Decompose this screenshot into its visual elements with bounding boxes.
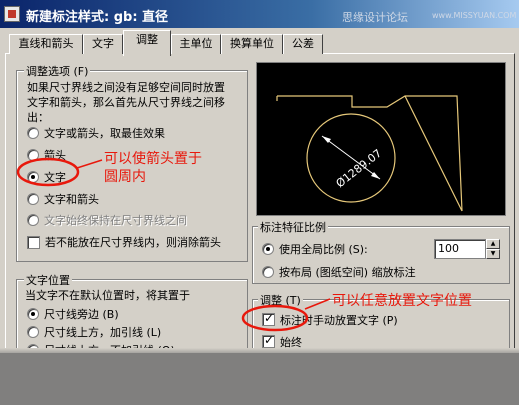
radio-use-overall-scale[interactable] bbox=[262, 243, 274, 255]
radio-label: 文字 bbox=[44, 171, 66, 184]
tab-label: 文字 bbox=[92, 37, 114, 50]
radio-arrows[interactable] bbox=[27, 149, 39, 161]
tab-label: 换算单位 bbox=[230, 37, 274, 50]
fit-options-description: 如果尺寸界线之间没有足够空间同时放置 文字和箭头，那么首先从尺寸界线之间移 出： bbox=[27, 81, 225, 124]
text-placement-legend: 文字位置 bbox=[24, 272, 72, 288]
annotation-text: 可以使箭头置于 bbox=[104, 151, 202, 167]
scale-legend: 标注特征比例 bbox=[258, 219, 328, 235]
preview-dim-text: Ø1289.07 bbox=[334, 147, 385, 191]
tab-label: 主单位 bbox=[179, 37, 213, 50]
radio-label: 尺寸线旁边 (B) bbox=[44, 308, 119, 321]
radio-label: 尺寸线上方，加引线 (L) bbox=[44, 326, 162, 339]
radio-label: 文字或箭头，取最佳效果 bbox=[44, 127, 165, 140]
always-draw-checkbox[interactable] bbox=[262, 333, 275, 348]
radio-text[interactable] bbox=[27, 171, 39, 183]
suppress-arrows-checkbox[interactable] bbox=[27, 236, 40, 249]
radio-text-and-arrows[interactable] bbox=[27, 193, 39, 205]
radio-label: 文字始终保持在尺寸界线之间 bbox=[44, 214, 187, 227]
preview-drawing: Ø1289.07 bbox=[276, 95, 463, 212]
tab-lines-arrows[interactable]: 直线和箭头 bbox=[9, 34, 83, 54]
radio-keep-text-between[interactable] bbox=[27, 214, 39, 226]
tab-label: 直线和箭头 bbox=[18, 37, 74, 50]
finetune-legend: 调整 (T) bbox=[258, 292, 303, 308]
checkbox-label: 若不能放在尺寸界线内，则消除箭头 bbox=[45, 236, 221, 249]
watermark: 思缘设计论坛 bbox=[342, 11, 408, 24]
tab-label: 公差 bbox=[292, 37, 314, 50]
tab-primary-units[interactable]: 主单位 bbox=[171, 34, 221, 54]
radio-over-with-leader[interactable] bbox=[27, 326, 39, 338]
watermark-url: www.MISSYUAN.COM bbox=[432, 11, 517, 20]
app-icon bbox=[4, 6, 20, 22]
fit-options-legend: 调整选项 (F) bbox=[24, 63, 91, 79]
blurred-bottom bbox=[0, 353, 519, 405]
spin-down-icon[interactable]: ▼ bbox=[486, 249, 500, 259]
radio-text-or-arrows[interactable] bbox=[27, 127, 39, 139]
radio-label: 按布局 (图纸空间) 缩放标注 bbox=[279, 266, 416, 279]
radio-label: 文字和箭头 bbox=[44, 193, 99, 206]
radio-scale-to-layout[interactable] bbox=[262, 266, 274, 278]
text-placement-description: 当文字不在默认位置时，将其置于 bbox=[25, 289, 190, 302]
preview-panel: Ø1289.07 bbox=[256, 62, 506, 216]
tab-label: 调整 bbox=[136, 33, 158, 46]
tab-tolerances[interactable]: 公差 bbox=[283, 34, 323, 54]
checkbox-label: 标注时手动放置文字 (P) bbox=[280, 314, 398, 327]
annotation-text: 圆周内 bbox=[104, 169, 146, 185]
radio-label: 使用全局比例 (S): bbox=[279, 243, 368, 256]
scale-spinner[interactable]: ▲ ▼ bbox=[486, 239, 500, 259]
radio-beside-dim-line[interactable] bbox=[27, 308, 39, 320]
overall-scale-input[interactable]: 100 bbox=[434, 239, 486, 259]
window-title: 新建标注样式: gb: 直径 bbox=[26, 10, 169, 25]
spin-up-icon[interactable]: ▲ bbox=[486, 239, 500, 249]
annotation-text: 可以任意放置文字位置 bbox=[332, 293, 472, 309]
tab-alternate-units[interactable]: 换算单位 bbox=[221, 34, 283, 54]
manual-text-checkbox[interactable] bbox=[262, 311, 275, 326]
tab-fit[interactable]: 调整 bbox=[123, 30, 171, 56]
tab-text[interactable]: 文字 bbox=[83, 34, 123, 54]
radio-label: 箭头 bbox=[44, 149, 66, 162]
